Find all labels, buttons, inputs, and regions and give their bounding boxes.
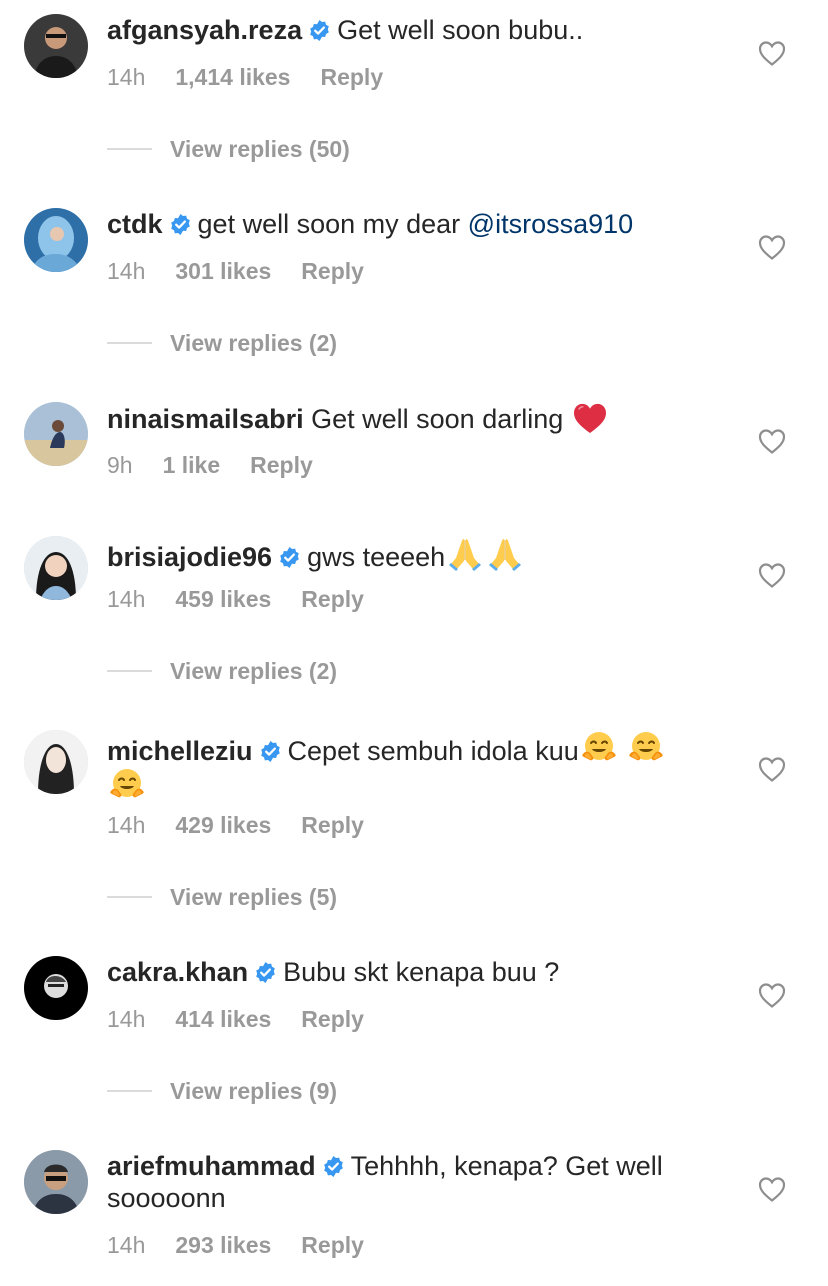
- timestamp: 14h: [107, 1232, 146, 1258]
- view-replies-button[interactable]: View replies (9): [107, 1078, 337, 1105]
- likes-count[interactable]: 429 likes: [175, 812, 271, 838]
- likes-count[interactable]: 414 likes: [175, 1006, 271, 1032]
- comment-body: Cepet sembuh idola kuu: [287, 736, 579, 766]
- hugging-face-icon: [109, 767, 145, 803]
- timestamp: 14h: [107, 64, 146, 90]
- comment-body: Get well soon darling: [311, 404, 571, 434]
- reply-button[interactable]: Reply: [301, 258, 364, 284]
- timestamp: 14h: [107, 1006, 146, 1032]
- view-replies-label: View replies (5): [170, 884, 338, 910]
- reply-button[interactable]: Reply: [301, 812, 364, 838]
- timestamp: 14h: [107, 586, 146, 612]
- hugging-face-icon: [628, 730, 664, 766]
- comment-text: ariefmuhammad Tehhhh, kenapa? Get well so…: [107, 1150, 707, 1214]
- reply-button[interactable]: Reply: [301, 586, 364, 612]
- hugging-face-icon: [581, 730, 617, 766]
- view-replies-button[interactable]: View replies (5): [107, 884, 337, 911]
- comment-body: Bubu skt kenapa buu ?: [283, 957, 560, 987]
- view-replies-label: View replies (2): [170, 330, 338, 356]
- view-replies-button[interactable]: View replies (2): [107, 658, 337, 685]
- folded-hands-icon: [487, 536, 523, 572]
- view-replies-label: View replies (9): [170, 1078, 338, 1104]
- reply-button[interactable]: Reply: [320, 64, 383, 90]
- comment-text: michelleziu Cepet sembuh idola kuu: [107, 730, 707, 804]
- likes-count[interactable]: 301 likes: [175, 258, 271, 284]
- divider-line: [107, 148, 152, 151]
- avatar[interactable]: [24, 536, 88, 600]
- like-heart-icon[interactable]: [758, 428, 786, 454]
- timestamp: 14h: [107, 258, 146, 284]
- username[interactable]: afgansyah.reza: [107, 15, 302, 45]
- avatar[interactable]: [24, 730, 88, 794]
- username[interactable]: michelleziu: [107, 736, 253, 766]
- like-heart-icon[interactable]: [758, 562, 786, 588]
- mention-link[interactable]: @itsrossa910: [468, 209, 633, 239]
- view-replies-label: View replies (2): [170, 658, 338, 684]
- comment-meta: 14h 429 likes Reply: [107, 812, 394, 839]
- divider-line: [107, 670, 152, 673]
- avatar[interactable]: [24, 14, 88, 78]
- comment-text: afgansyah.reza Get well soon bubu..: [107, 14, 707, 46]
- view-replies-button[interactable]: View replies (2): [107, 330, 337, 357]
- comment-text: brisiajodie96 gws teeeeh: [107, 536, 707, 573]
- like-heart-icon[interactable]: [758, 982, 786, 1008]
- avatar[interactable]: [24, 208, 88, 272]
- username[interactable]: brisiajodie96: [107, 542, 272, 572]
- reply-button[interactable]: Reply: [250, 452, 313, 478]
- username[interactable]: ctdk: [107, 209, 163, 239]
- comment-text: cakra.khan Bubu skt kenapa buu ?: [107, 956, 707, 988]
- like-heart-icon[interactable]: [758, 756, 786, 782]
- comment-body: get well soon my dear: [197, 209, 468, 239]
- divider-line: [107, 342, 152, 345]
- likes-count[interactable]: 293 likes: [175, 1232, 271, 1258]
- like-heart-icon[interactable]: [758, 234, 786, 260]
- like-heart-icon[interactable]: [758, 40, 786, 66]
- reply-button[interactable]: Reply: [301, 1006, 364, 1032]
- view-replies-label: View replies (50): [170, 136, 350, 162]
- verified-badge-icon: [259, 740, 282, 763]
- comment-meta: 14h 301 likes Reply: [107, 258, 394, 285]
- avatar[interactable]: [24, 402, 88, 466]
- comment-meta: 9h 1 like Reply: [107, 452, 343, 479]
- comment-body: gws teeeeh: [307, 542, 446, 572]
- reply-button[interactable]: Reply: [301, 1232, 364, 1258]
- verified-badge-icon: [308, 19, 331, 42]
- comment-meta: 14h 414 likes Reply: [107, 1006, 394, 1033]
- comment-meta: 14h 1,414 likes Reply: [107, 64, 413, 91]
- avatar[interactable]: [24, 1150, 88, 1214]
- divider-line: [107, 896, 152, 899]
- timestamp: 14h: [107, 812, 146, 838]
- timestamp: 9h: [107, 452, 133, 478]
- folded-hands-icon: [447, 536, 483, 572]
- comment-meta: 14h 459 likes Reply: [107, 586, 394, 613]
- divider-line: [107, 1090, 152, 1093]
- comment-meta: 14h 293 likes Reply: [107, 1232, 394, 1259]
- verified-badge-icon: [254, 961, 277, 984]
- red-heart-icon: [573, 402, 607, 434]
- likes-count[interactable]: 1 like: [163, 452, 221, 478]
- verified-badge-icon: [278, 546, 301, 569]
- username[interactable]: ariefmuhammad: [107, 1151, 316, 1181]
- username[interactable]: ninaismailsabri: [107, 404, 304, 434]
- likes-count[interactable]: 459 likes: [175, 586, 271, 612]
- verified-badge-icon: [169, 213, 192, 236]
- avatar[interactable]: [24, 956, 88, 1020]
- comment-text: ninaismailsabri Get well soon darling: [107, 402, 707, 435]
- comment-text: ctdk get well soon my dear @itsrossa910: [107, 208, 707, 240]
- comment-body: Get well soon bubu..: [337, 15, 584, 45]
- like-heart-icon[interactable]: [758, 1176, 786, 1202]
- likes-count[interactable]: 1,414 likes: [175, 64, 290, 90]
- view-replies-button[interactable]: View replies (50): [107, 136, 350, 163]
- username[interactable]: cakra.khan: [107, 957, 248, 987]
- verified-badge-icon: [322, 1155, 345, 1178]
